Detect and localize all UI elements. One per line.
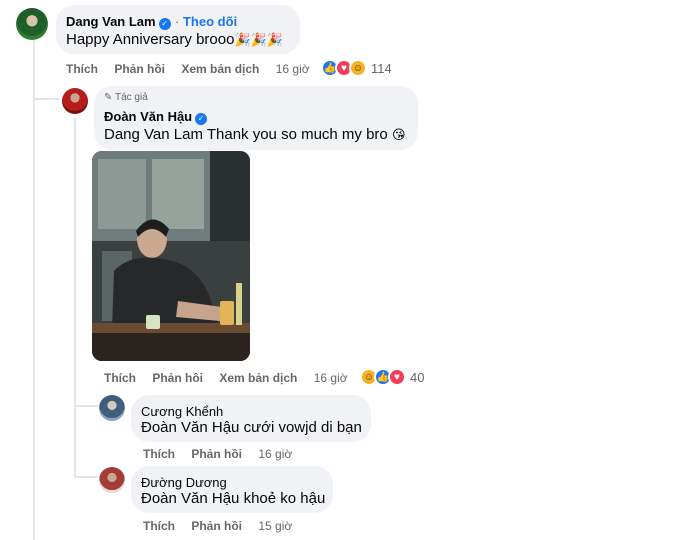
timestamp[interactable]: 16 giờ [276, 62, 310, 76]
avatar-dang-van-lam[interactable] [16, 8, 48, 40]
comment-bubble-reply2: Cương Khểnh Đoàn Văn Hậu cưới vowjd di b… [131, 395, 371, 442]
avatar-cuong-khenh[interactable] [99, 395, 125, 421]
reactions-reply1[interactable]: ☺ 👍 ♥ 40 [360, 368, 424, 386]
reactions-main[interactable]: 👍 ♥ ☺ 114 [321, 59, 392, 77]
avatar-duong-duong[interactable] [99, 467, 125, 493]
timestamp[interactable]: 16 giờ [258, 447, 292, 461]
translate-button[interactable]: Xem bản dịch [219, 371, 297, 385]
verified-icon: ✓ [158, 18, 171, 30]
like-button[interactable]: Thích [66, 62, 98, 76]
reply-button[interactable]: Phản hồi [191, 519, 242, 533]
haha-reaction-icon: ☺ [349, 59, 367, 77]
comment-bubble-reply1: ✎ Tác giả Đoàn Văn Hậu ✓ Dang Van Lam Tha… [94, 86, 418, 150]
reaction-count: 114 [371, 60, 392, 76]
author-name[interactable]: Đoàn Văn Hậu [104, 109, 192, 124]
comment-text: cưới vowjd di bạn [243, 419, 362, 436]
reply-button[interactable]: Phản hồi [114, 62, 165, 76]
thread-line-reply [74, 118, 76, 478]
thread-line-curve-3 [74, 476, 98, 478]
comment-bubble-main: Dang Van Lam ✓ · Theo dõi Happy Anniversa… [56, 5, 300, 54]
author-name[interactable]: Đường Dương [141, 475, 227, 490]
author-badge-icon: ✎ [104, 92, 115, 103]
author-name[interactable]: Cương Khểnh [141, 404, 223, 419]
party-popper-emojis: 🎉🎉🎉 [234, 32, 283, 47]
follow-button[interactable]: Theo dõi [183, 14, 237, 29]
timestamp[interactable]: 15 giờ [258, 519, 292, 533]
comment-actions-reply1: Thích Phản hồi Xem bản dịch 16 giờ [104, 371, 348, 385]
reaction-count: 40 [410, 369, 425, 385]
thread-line-main [33, 40, 35, 540]
kiss-emoji: 😘 [391, 127, 406, 142]
thread-line-curve-2 [74, 405, 98, 407]
comment-actions-reply3: Thích Phản hồi 15 giờ [143, 519, 292, 533]
comment-bubble-reply3: Đường Dương Đoàn Văn Hậu khoẻ ko hậu [131, 466, 333, 513]
mention-link[interactable]: Dang Van Lam [104, 126, 203, 143]
separator-dot: · [175, 14, 183, 29]
reply-button[interactable]: Phản hồi [191, 447, 242, 461]
comment-actions-reply2: Thích Phản hồi 16 giờ [143, 447, 292, 461]
comment-text: khoẻ ko hậu [243, 490, 326, 507]
like-button[interactable]: Thích [143, 447, 175, 461]
comment-photo[interactable] [92, 151, 250, 361]
mention-link[interactable]: Đoàn Văn Hậu [141, 490, 239, 507]
author-name[interactable]: Dang Van Lam [66, 14, 156, 29]
photo-image [92, 151, 250, 361]
comment-text: Thank you so much my bro [206, 126, 388, 143]
mention-link[interactable]: Đoàn Văn Hậu [141, 419, 239, 436]
avatar-doan-van-hau[interactable] [62, 88, 88, 114]
translate-button[interactable]: Xem bản dịch [181, 62, 259, 76]
comment-text: Happy Anniversary brooo [66, 31, 235, 48]
reply-button[interactable]: Phản hồi [152, 371, 203, 385]
author-badge: Tác giả [114, 92, 148, 103]
like-button[interactable]: Thích [143, 519, 175, 533]
love-reaction-icon: ♥ [388, 368, 406, 386]
comment-actions-main: Thích Phản hồi Xem bản dịch 16 giờ [66, 62, 310, 76]
like-button[interactable]: Thích [104, 371, 136, 385]
timestamp[interactable]: 16 giờ [314, 371, 348, 385]
verified-icon: ✓ [195, 113, 208, 125]
thread-line-curve-1 [33, 98, 59, 100]
